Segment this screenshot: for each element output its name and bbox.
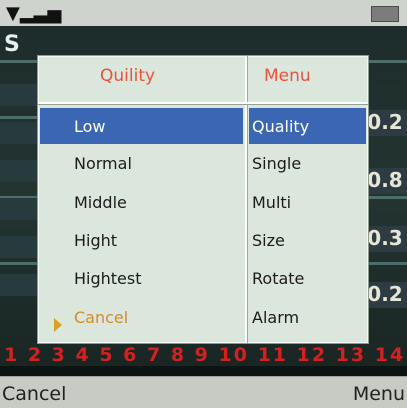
phone-screen: ▼▂▃▅ S 0.2 0.8 0.3 0.2 1 2 3 4 5 6 7 8 9… — [0, 0, 407, 408]
menu-item-multi[interactable]: Multi — [252, 193, 291, 212]
left-stub — [0, 198, 40, 220]
quality-item-normal[interactable]: Normal — [74, 154, 132, 173]
battery-icon — [371, 6, 399, 22]
left-stub — [0, 122, 40, 144]
column-divider — [245, 56, 247, 343]
left-stub — [0, 236, 40, 258]
digit-strip: 1 2 3 4 5 6 7 8 9 10 11 12 13 14 15 16 — [4, 344, 407, 366]
left-stub — [0, 274, 40, 296]
right-number: 0.2 — [363, 110, 407, 136]
background-letter: S — [4, 32, 20, 57]
quality-item-hight[interactable]: Hight — [74, 231, 117, 250]
quality-item-cancel[interactable]: Cancel — [74, 308, 128, 327]
cancel-softkey[interactable]: Cancel — [2, 383, 66, 405]
right-number: 0.2 — [363, 282, 407, 308]
menu-header-quality: Quility — [100, 66, 156, 86]
menu-item-quality[interactable]: Quality — [252, 117, 309, 136]
triangle-pointer-icon — [54, 318, 62, 332]
quality-item-middle[interactable]: Middle — [74, 193, 127, 212]
header-divider — [38, 102, 368, 104]
right-number: 0.3 — [363, 226, 407, 252]
options-menu: Quility Menu Low Normal Middle Hight Hig… — [37, 55, 369, 344]
menu-softkey[interactable]: Menu — [353, 383, 405, 405]
menu-item-size[interactable]: Size — [252, 231, 285, 250]
right-number: 0.8 — [363, 168, 407, 194]
quality-item-low[interactable]: Low — [74, 117, 106, 136]
left-stub — [0, 84, 40, 106]
quality-item-hightest[interactable]: Hightest — [74, 269, 142, 288]
menu-header-menu: Menu — [264, 66, 311, 86]
left-stub — [0, 160, 40, 182]
signal-icon: ▼▂▃▅ — [6, 3, 62, 24]
softkey-bar: Cancel Menu — [0, 376, 407, 408]
status-bar: ▼▂▃▅ — [0, 0, 407, 27]
quality-selection-highlight — [40, 108, 243, 144]
menu-item-rotate[interactable]: Rotate — [252, 269, 304, 288]
menu-item-single[interactable]: Single — [252, 154, 301, 173]
menu-item-alarm[interactable]: Alarm — [252, 308, 299, 327]
